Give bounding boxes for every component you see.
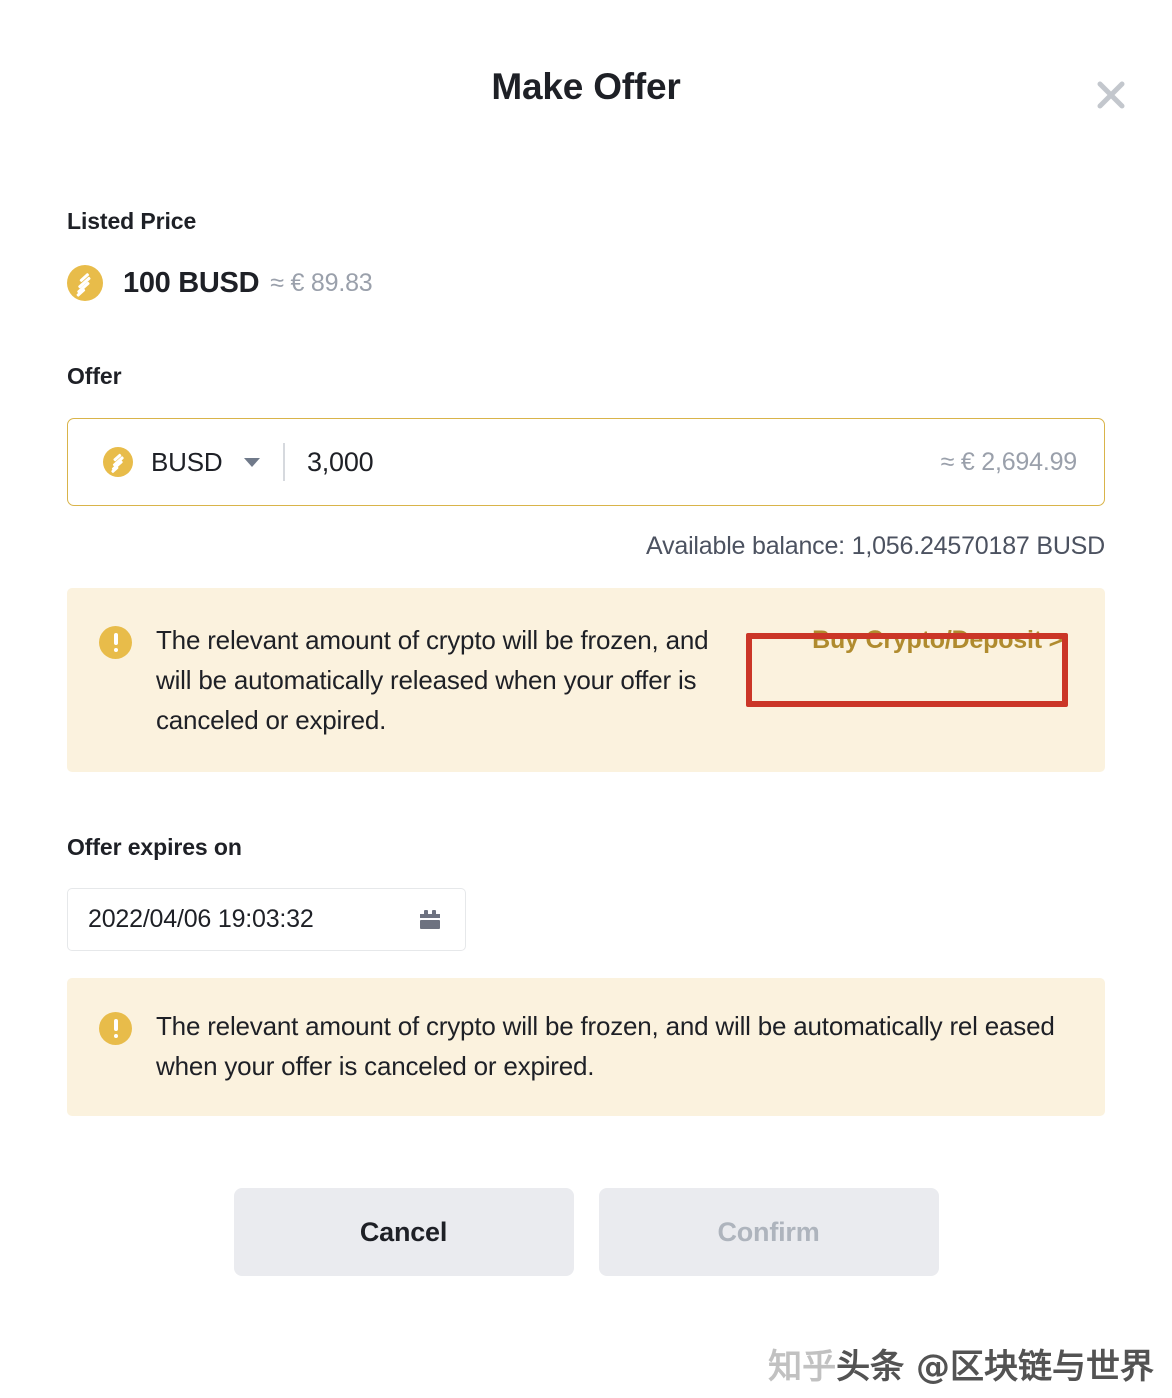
listed-price-label: Listed Price xyxy=(67,208,197,234)
busd-coin-icon xyxy=(67,265,103,301)
warning-icon xyxy=(99,1012,132,1045)
warning-icon xyxy=(99,626,132,659)
input-divider xyxy=(283,443,285,481)
frozen-funds-alert-secondary-text: The relevant amount of crypto will be fr… xyxy=(156,1011,1055,1081)
offer-expiry-date-value: 2022/04/06 19:03:32 xyxy=(88,905,314,933)
buy-crypto-deposit-link[interactable]: Buy Crypto/Deposit > xyxy=(812,626,1063,655)
page-title: Make Offer xyxy=(491,66,681,107)
listed-price-approx: ≈ € 89.83 xyxy=(270,268,373,297)
confirm-button[interactable]: Confirm xyxy=(598,1188,939,1276)
cancel-button[interactable]: Cancel xyxy=(233,1188,574,1276)
listed-price-row: 100 BUSD ≈ € 89.83 xyxy=(67,265,1105,301)
calendar-icon[interactable] xyxy=(415,905,445,935)
modal-body: Listed Price 100 BUSD ≈ € 89.83 Offer BU… xyxy=(0,208,1172,1276)
close-icon[interactable] xyxy=(1088,72,1134,118)
listed-price-amount: 100 BUSD xyxy=(123,266,260,299)
watermark-text: 头条 @区块链与世界 xyxy=(836,1347,1154,1387)
currency-select[interactable]: BUSD xyxy=(103,446,261,478)
busd-coin-icon xyxy=(103,447,133,477)
frozen-funds-alert: The relevant amount of crypto will be fr… xyxy=(67,588,1105,772)
offer-amount-input[interactable]: 3,000 xyxy=(307,447,941,478)
watermark: 知乎头条 @区块链与世界 xyxy=(768,1339,1154,1388)
offer-expiry-date-input[interactable]: 2022/04/06 19:03:32 xyxy=(67,888,466,951)
currency-code: BUSD xyxy=(151,446,223,477)
offer-input-group[interactable]: BUSD 3,000 ≈ € 2,694.99 xyxy=(67,418,1105,506)
modal-footer: Cancel Confirm xyxy=(67,1188,1105,1276)
make-offer-modal: Make Offer Listed Price 100 BUSD ≈ € 89.… xyxy=(0,0,1172,1398)
offer-amount-approx: ≈ € 2,694.99 xyxy=(940,447,1078,476)
available-balance: Available balance: 1,056.24570187 BUSD xyxy=(646,532,1105,560)
frozen-funds-alert-secondary: The relevant amount of crypto will be fr… xyxy=(67,978,1105,1116)
watermark-faded-prefix: 知乎 xyxy=(768,1347,837,1387)
offer-label: Offer xyxy=(67,363,122,389)
modal-header: Make Offer xyxy=(0,0,1172,160)
offer-expires-label: Offer expires on xyxy=(67,834,242,860)
frozen-funds-alert-text: The relevant amount of crypto will be fr… xyxy=(156,625,709,735)
chevron-down-icon[interactable] xyxy=(244,457,261,467)
